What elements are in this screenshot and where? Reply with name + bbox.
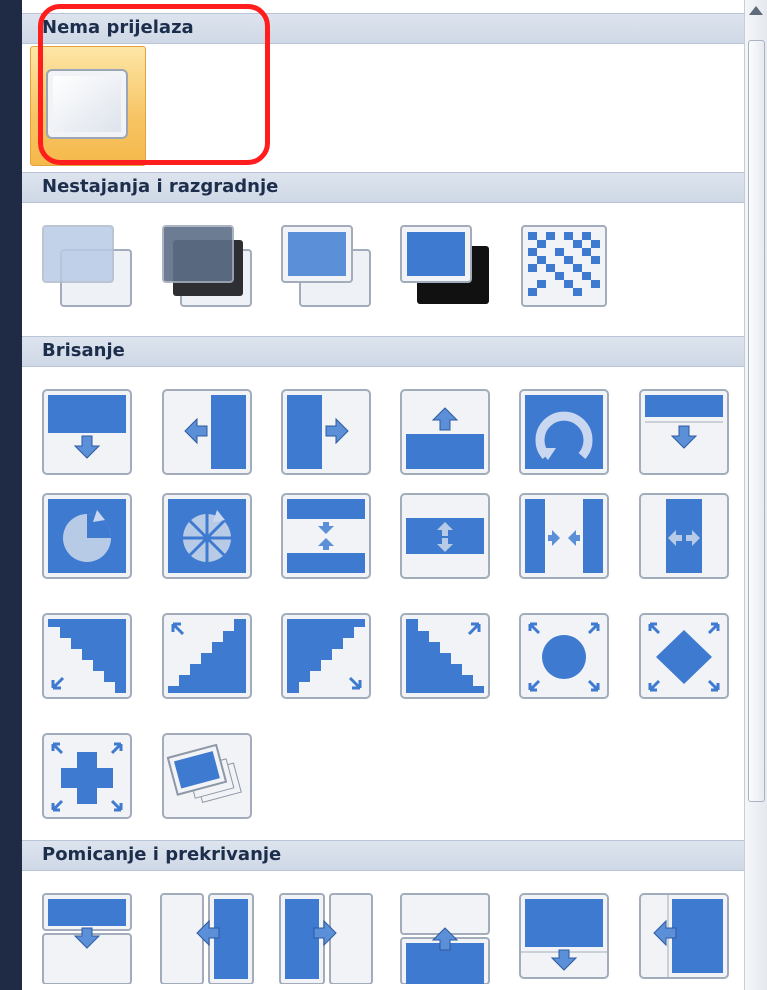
transition-split-horizontal-out[interactable] (397, 490, 493, 584)
transition-cut-through-black[interactable] (397, 220, 493, 314)
transition-gallery: Nema prijelaza Nestajanja i razgradnje B… (22, 0, 744, 990)
vertical-scrollbar[interactable] (744, 0, 767, 990)
transition-push-up[interactable] (397, 890, 493, 984)
transition-strips-right-up[interactable] (397, 610, 493, 704)
transition-uncover-down[interactable] (636, 386, 732, 480)
transition-push-right[interactable] (278, 890, 374, 984)
scrollbar-thumb[interactable] (748, 40, 765, 802)
category-header-fades-dissolves: Nestajanja i razgradnje (22, 172, 744, 203)
scroll-up-arrow-icon[interactable] (749, 6, 763, 15)
transition-strips-left-down[interactable] (39, 610, 135, 704)
category-label: Pomicanje i prekrivanje (42, 844, 282, 865)
transition-wipe-left[interactable] (159, 386, 255, 480)
transition-dissolve[interactable] (516, 220, 612, 314)
category-label: Brisanje (42, 340, 125, 361)
transition-wipe-right[interactable] (278, 386, 374, 480)
transition-push-down[interactable] (39, 890, 135, 984)
transition-random[interactable] (159, 730, 255, 824)
transition-cover-left[interactable] (636, 890, 732, 984)
transition-wheel-8-spokes[interactable] (159, 490, 255, 584)
transition-strips-right-down[interactable] (278, 610, 374, 704)
transition-cut[interactable] (278, 220, 374, 314)
transition-push-left[interactable] (159, 890, 255, 984)
category-header-wipes: Brisanje (22, 336, 744, 367)
category-header-push-cover: Pomicanje i prekrivanje (22, 840, 744, 871)
transition-wheel-reverse[interactable] (516, 386, 612, 480)
category-label: Nestajanja i razgradnje (42, 176, 279, 197)
selection-highlight-annotation (38, 4, 270, 165)
transition-cover-down[interactable] (516, 890, 612, 984)
transition-fade-smoothly[interactable] (39, 220, 135, 314)
transition-diamond[interactable] (636, 610, 732, 704)
transition-wipe-down[interactable] (39, 386, 135, 480)
transition-plus[interactable] (39, 730, 135, 824)
transition-split-vertical-out[interactable] (636, 490, 732, 584)
transition-split-horizontal-in[interactable] (278, 490, 374, 584)
transition-circle[interactable] (516, 610, 612, 704)
transition-wipe-up[interactable] (397, 386, 493, 480)
transition-strips-left-up[interactable] (159, 610, 255, 704)
transition-fade-through-black[interactable] (159, 220, 255, 314)
transition-split-vertical-in[interactable] (516, 490, 612, 584)
transition-wheel-clockwise[interactable] (39, 490, 135, 584)
